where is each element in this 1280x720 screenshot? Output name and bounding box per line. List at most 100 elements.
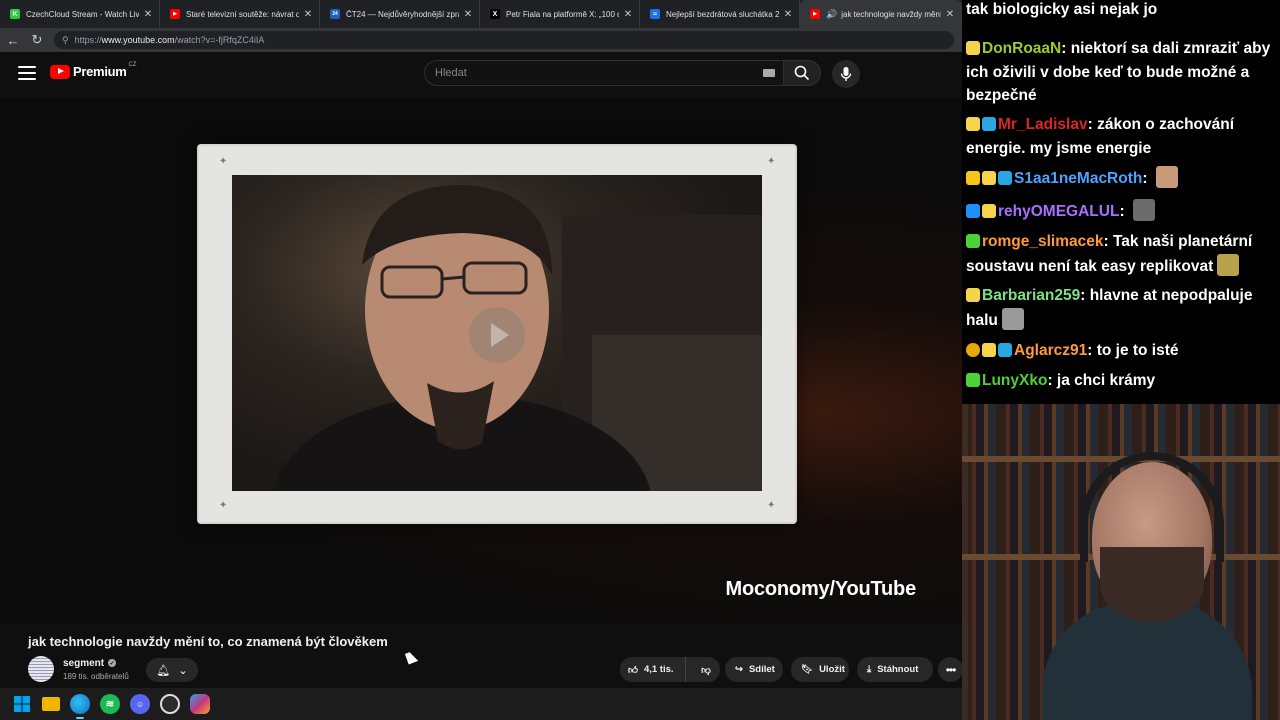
search-button[interactable] (783, 60, 821, 86)
chat-text: ja chci krámy (1056, 372, 1156, 389)
pin-icon: ✦ (767, 500, 776, 511)
download-icon: ⤓ (867, 664, 872, 675)
tab-title: Staré televizní soutěže: návrat do d (186, 9, 299, 19)
chat-text: tak biologicky asi nejak jo (966, 1, 1158, 18)
channel-name-text: segment (63, 657, 105, 669)
video-credit-caption: Moconomy/YouTube (725, 578, 917, 600)
chat-message: DonRoaaN: niektorí sa dali zmraziť aby i… (966, 40, 1271, 104)
download-label: Stáhnout (877, 664, 919, 675)
youtube-logo[interactable]: Premium CZ (50, 62, 137, 79)
speaker-icon[interactable]: 🔊 (826, 9, 837, 20)
obs-icon[interactable] (160, 694, 180, 714)
close-tab-icon[interactable]: ✕ (945, 9, 955, 20)
channel-avatar[interactable] (28, 656, 54, 682)
keyboard-icon[interactable] (763, 69, 775, 77)
url-host: www.youtube.com (101, 35, 175, 45)
tab-title: CzechCloud Stream - Watch Live o (26, 9, 139, 19)
share-label: Sdílet (748, 664, 775, 675)
share-button[interactable]: ↪ Sdílet (725, 657, 783, 682)
discord-icon[interactable]: ☺ (130, 694, 150, 714)
download-button[interactable]: ⤓ Stáhnout (857, 657, 933, 682)
sub-badge-icon (982, 171, 996, 185)
thumbs-down-icon: 👎︎ (701, 664, 711, 676)
close-tab-icon[interactable]: ✕ (783, 9, 793, 20)
dislike-button[interactable]: 👎︎ (692, 664, 720, 676)
like-button[interactable]: 👍︎ 4,1 tis. (620, 657, 686, 682)
back-arrow-icon[interactable]: ← (2, 29, 24, 51)
reload-icon[interactable]: ↻ (26, 29, 48, 51)
chevron-down-icon: ⌄ (178, 664, 188, 677)
headset-icon (1080, 452, 1224, 562)
play-overlay-icon[interactable] (469, 307, 525, 363)
browser-tab[interactable]: X Petr Fiala na platformě X: „100 dní ✕ (480, 0, 640, 28)
screen: K CzechCloud Stream - Watch Live o ✕ ▶ S… (0, 0, 1280, 720)
chat-message: romge_slimacek: Tak naši planetární sous… (966, 233, 1253, 276)
pin-icon: ✦ (219, 156, 228, 167)
close-tab-icon[interactable]: ✕ (463, 9, 473, 20)
url-path: /watch?v=-fjRfqZC4iIA (174, 35, 265, 45)
chat-message: Mr_Ladislav: zákon o zachování energie. … (966, 116, 1235, 157)
tab-favicon-icon: K (10, 9, 20, 19)
browser-tab[interactable]: 24 ČT24 — Nejdůvěryhodnější zpravo ✕ (320, 0, 480, 28)
cube-badge-icon (998, 171, 1012, 185)
chat-username[interactable]: romge_slimacek (982, 233, 1104, 250)
copilot-icon[interactable] (190, 694, 210, 714)
chat-message: S1aa1neMacRoth: (966, 166, 1278, 191)
chat-username[interactable]: Mr_Ladislav (998, 116, 1088, 133)
edge-browser-icon[interactable] (70, 694, 90, 719)
bell-icon: 🔔︎ (156, 664, 171, 677)
url-field[interactable]: ⚲ https://www.youtube.com/watch?v=-fjRfq… (54, 31, 954, 49)
channel-info[interactable]: segment ✓ 189 tis. odběratelů (28, 656, 129, 682)
browser-tab-active[interactable]: ▶ 🔊 jak technologie navždy mění to ✕ (800, 0, 962, 28)
chat-username[interactable]: LunyXko (982, 372, 1047, 389)
verified-icon: ✓ (108, 659, 117, 667)
channel-name[interactable]: segment ✓ (63, 658, 129, 669)
pixel-emote-icon (1132, 199, 1155, 221)
chat-message: Aglarcz91: to je to isté (966, 339, 1278, 363)
sub-badge-icon (966, 234, 980, 248)
chat-username[interactable]: Barbarian259 (982, 287, 1080, 304)
spotify-icon[interactable]: ≋ (100, 694, 120, 714)
face-emote-icon (1155, 166, 1178, 188)
pin-icon: ✦ (219, 500, 228, 511)
chat-username[interactable]: S1aa1neMacRoth (1014, 170, 1142, 187)
site-info-icon[interactable]: ⚲ (62, 35, 69, 46)
close-tab-icon[interactable]: ✕ (623, 9, 633, 20)
chat-username[interactable]: Aglarcz91 (1014, 342, 1087, 359)
video-player[interactable]: ✦ ✦ ✦ ✦ Moconomy/YouTube (0, 98, 962, 624)
tab-title: Nejlepší bezdrátová sluchátka 202 (666, 9, 779, 19)
photo-frame: ✦ ✦ ✦ ✦ (199, 146, 795, 522)
thumbs-up-icon: 👍︎ (628, 664, 638, 676)
more-actions-icon[interactable]: ••• (938, 657, 962, 682)
file-explorer-icon[interactable] (42, 697, 60, 711)
chat-username[interactable]: DonRoaaN (982, 40, 1061, 57)
microphone-button[interactable] (832, 60, 860, 88)
sub-badge-icon (982, 204, 996, 218)
sub-badge-icon (966, 373, 980, 387)
notification-button[interactable]: 🔔︎ ⌄ (146, 658, 198, 682)
hamburger-menu-icon[interactable] (18, 66, 36, 80)
save-button[interactable]: 🔖︎ Uložit (791, 657, 849, 682)
chat-username[interactable]: rehyOMEGALUL (998, 203, 1119, 220)
browser-tab[interactable]: K CzechCloud Stream - Watch Live o ✕ (0, 0, 160, 28)
sub-badge-icon (966, 117, 980, 131)
like-count: 4,1 tis. (643, 664, 674, 675)
tab-favicon-icon: 24 (330, 9, 340, 19)
video-still-image (232, 175, 762, 491)
tab-favicon-icon: ≈ (650, 9, 660, 19)
crown-badge-icon (966, 171, 980, 185)
browser-tab[interactable]: ≈ Nejlepší bezdrátová sluchátka 202 ✕ (640, 0, 800, 28)
tab-favicon-icon: X (490, 9, 500, 19)
bookmark-icon: 🔖︎ (801, 664, 814, 675)
prime-badge-icon (966, 204, 980, 218)
chat-message: LunyXko: ja chci krámy (966, 369, 1278, 393)
search-input[interactable]: Hledat (424, 60, 786, 86)
chat-message: Barbarian259: hlavne at nepodpaluje halu (966, 287, 1253, 330)
close-tab-icon[interactable]: ✕ (303, 9, 313, 20)
like-dislike-group: 👍︎ 4,1 tis. 👎︎ (620, 657, 720, 682)
close-tab-icon[interactable]: ✕ (143, 9, 153, 20)
windows-start-icon[interactable] (12, 694, 32, 714)
streamer-figure (1042, 452, 1252, 720)
browser-tab[interactable]: ▶ Staré televizní soutěže: návrat do d ✕ (160, 0, 320, 28)
microphone-icon (840, 67, 852, 81)
